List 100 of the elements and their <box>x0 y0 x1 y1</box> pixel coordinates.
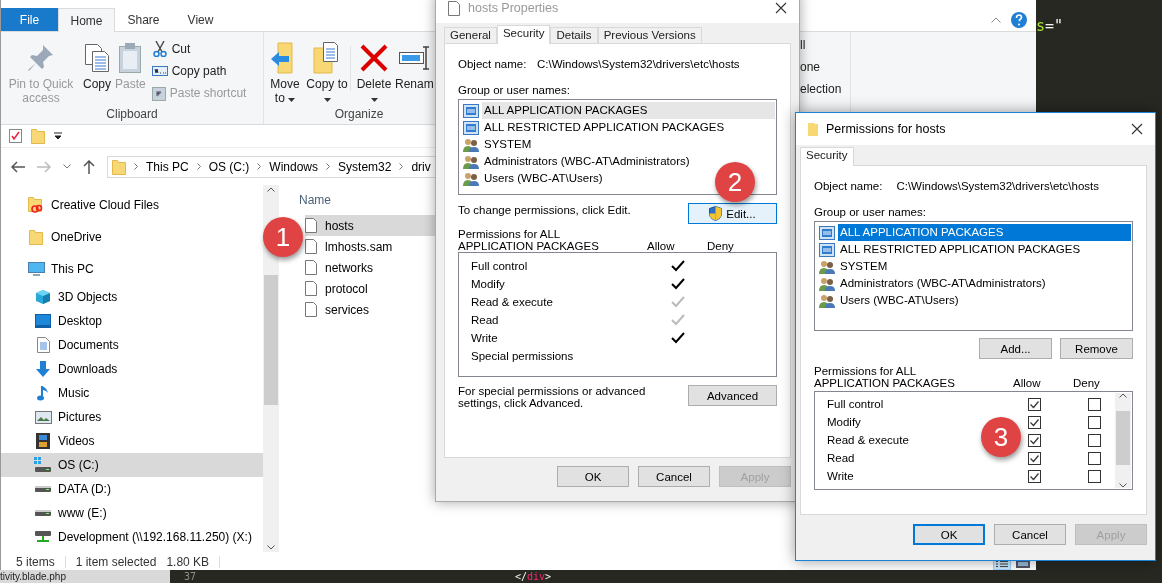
scrollbar[interactable] <box>1115 393 1131 488</box>
file-row[interactable]: protocol <box>305 278 437 299</box>
checkbox[interactable] <box>1027 397 1041 411</box>
dialog-button[interactable]: Cancel <box>994 524 1066 545</box>
list-item[interactable]: ALL RESTRICTED APPLICATION PACKAGES <box>463 119 727 136</box>
checkbox[interactable] <box>1087 451 1101 465</box>
nav-item[interactable]: Videos <box>1 429 263 453</box>
checkbox[interactable] <box>1027 469 1041 483</box>
add-button[interactable]: Add... <box>979 338 1052 359</box>
up-icon[interactable] <box>83 159 95 174</box>
breadcrumb[interactable]: Windows <box>269 159 319 174</box>
ribbon-button[interactable]: Cut <box>151 40 247 58</box>
edit-button[interactable]: Edit... <box>688 203 777 224</box>
ribbon-button[interactable]: ll <box>800 36 806 54</box>
file-row[interactable]: services <box>305 299 437 320</box>
chevron-right-icon[interactable] <box>257 163 262 170</box>
chevron-right-icon[interactable] <box>326 163 331 170</box>
file-row[interactable]: hosts <box>305 215 437 236</box>
file-row[interactable]: networks <box>305 257 437 278</box>
list-item[interactable]: SYSTEM <box>463 136 534 153</box>
ribbon-button[interactable]: Renam <box>395 36 434 105</box>
nav-item[interactable]: DATA (D:) <box>1 477 263 501</box>
scroll-up-icon[interactable] <box>267 187 275 192</box>
customize-icon[interactable] <box>54 132 62 140</box>
nav-item[interactable]: Music <box>1 381 263 405</box>
advanced-button[interactable]: Advanced <box>688 385 777 406</box>
ribbon-tab[interactable]: Share <box>115 8 172 32</box>
checkbox[interactable] <box>1087 397 1101 411</box>
users-icon <box>463 171 480 186</box>
scroll-down-icon[interactable] <box>1119 483 1127 488</box>
ribbon-button[interactable]: Copy <box>81 36 113 105</box>
tab[interactable]: General <box>444 27 497 43</box>
nav-item[interactable]: www (E:) <box>1 501 263 525</box>
breadcrumb[interactable]: This PC <box>146 159 189 174</box>
collapse-icon[interactable] <box>991 16 1001 23</box>
help-icon[interactable] <box>1011 11 1027 28</box>
remove-button[interactable]: Remove <box>1060 338 1133 359</box>
nav-item[interactable]: This PC <box>1 253 263 285</box>
tab[interactable]: Security <box>496 25 551 44</box>
list-item[interactable]: Users (WBC-AT\Users) <box>463 170 605 187</box>
nav-item[interactable]: Creative Cloud Files <box>1 189 263 221</box>
back-icon[interactable] <box>11 160 25 173</box>
permission-name: Read <box>471 314 500 326</box>
music-note-icon <box>37 385 49 401</box>
nav-item[interactable]: Documents <box>1 333 263 357</box>
ribbon-button[interactable]: election <box>800 80 842 98</box>
nav-item[interactable]: Desktop <box>1 309 263 333</box>
breadcrumb[interactable]: System32 <box>338 159 392 174</box>
editor-tab[interactable]: tivity.blade.php <box>0 570 170 583</box>
column-header: Allow <box>1012 377 1042 389</box>
dialog-button[interactable]: OK <box>557 466 629 487</box>
scrollbar[interactable] <box>263 185 279 552</box>
close-icon[interactable] <box>1131 123 1143 135</box>
file-row[interactable]: lmhosts.sam <box>305 236 437 257</box>
checkbox[interactable] <box>1087 469 1101 483</box>
tab[interactable]: Details <box>550 27 598 43</box>
scroll-up-icon[interactable] <box>1119 393 1127 398</box>
nav-item[interactable]: Downloads <box>1 357 263 381</box>
ribbon-button[interactable]: Copy path <box>151 62 247 80</box>
tab[interactable]: Security <box>800 147 854 166</box>
user-list[interactable]: ALL APPLICATION PACKAGES ALL RESTRICTED APPLICATION PACKAGES SYSTEM Administrators (WBC-AT\Administrators) Users (WBC-AT\Users) <box>814 221 1133 331</box>
ribbon-tab[interactable]: Home <box>58 8 115 32</box>
checkbox[interactable] <box>1087 415 1101 429</box>
properties-icon[interactable] <box>9 129 22 143</box>
checkbox[interactable] <box>1027 433 1041 447</box>
close-icon[interactable] <box>775 2 787 14</box>
nav-item[interactable]: OneDrive <box>1 221 263 253</box>
file-menu-tab[interactable]: File <box>1 8 58 31</box>
chevron-right-icon[interactable] <box>134 163 138 170</box>
dialog-button[interactable]: OK <box>913 524 985 545</box>
nav-item[interactable]: OS (C:) <box>1 453 263 477</box>
list-item[interactable]: ALL RESTRICTED APPLICATION PACKAGES <box>819 241 1083 258</box>
permission-name: Modify <box>827 416 862 428</box>
permission-name: Write <box>827 470 855 482</box>
dialog-button[interactable]: Cancel <box>638 466 710 487</box>
list-item[interactable]: Users (WBC-AT\Users) <box>819 292 961 309</box>
chevron-right-icon[interactable] <box>399 163 404 170</box>
chevron-down-icon[interactable] <box>63 164 71 169</box>
address-bar[interactable]: This PC OS (C:) Windows System32 driv <box>107 155 436 178</box>
ribbon-button[interactable]: Delete <box>353 36 395 105</box>
nav-item[interactable]: Development (\\192.168.11.250) (X:) <box>1 525 263 549</box>
breadcrumb[interactable]: driv <box>411 159 431 174</box>
chevron-right-icon[interactable] <box>196 163 201 170</box>
scroll-down-icon[interactable] <box>267 545 275 550</box>
ribbon-button[interactable]: one <box>800 58 821 76</box>
nav-item[interactable]: 3D Objects <box>1 285 263 309</box>
list-item[interactable]: SYSTEM <box>819 258 890 275</box>
nav-item[interactable]: Pictures <box>1 405 263 429</box>
tab[interactable]: Previous Versions <box>597 27 702 43</box>
checkbox[interactable] <box>1027 451 1041 465</box>
ribbon-tab[interactable]: View <box>172 8 229 32</box>
ribbon-button[interactable]: Copy to <box>306 36 348 105</box>
checkbox[interactable] <box>1027 415 1041 429</box>
caret-icon <box>370 98 378 102</box>
breadcrumb[interactable]: OS (C:) <box>208 159 250 174</box>
list-item[interactable]: Administrators (WBC-AT\Administrators) <box>463 153 692 170</box>
list-item[interactable]: Administrators (WBC-AT\Administrators) <box>819 275 1048 292</box>
column-header[interactable]: Name <box>299 193 331 207</box>
checkbox[interactable] <box>1087 433 1101 447</box>
ribbon-button[interactable]: Move to <box>264 36 306 105</box>
